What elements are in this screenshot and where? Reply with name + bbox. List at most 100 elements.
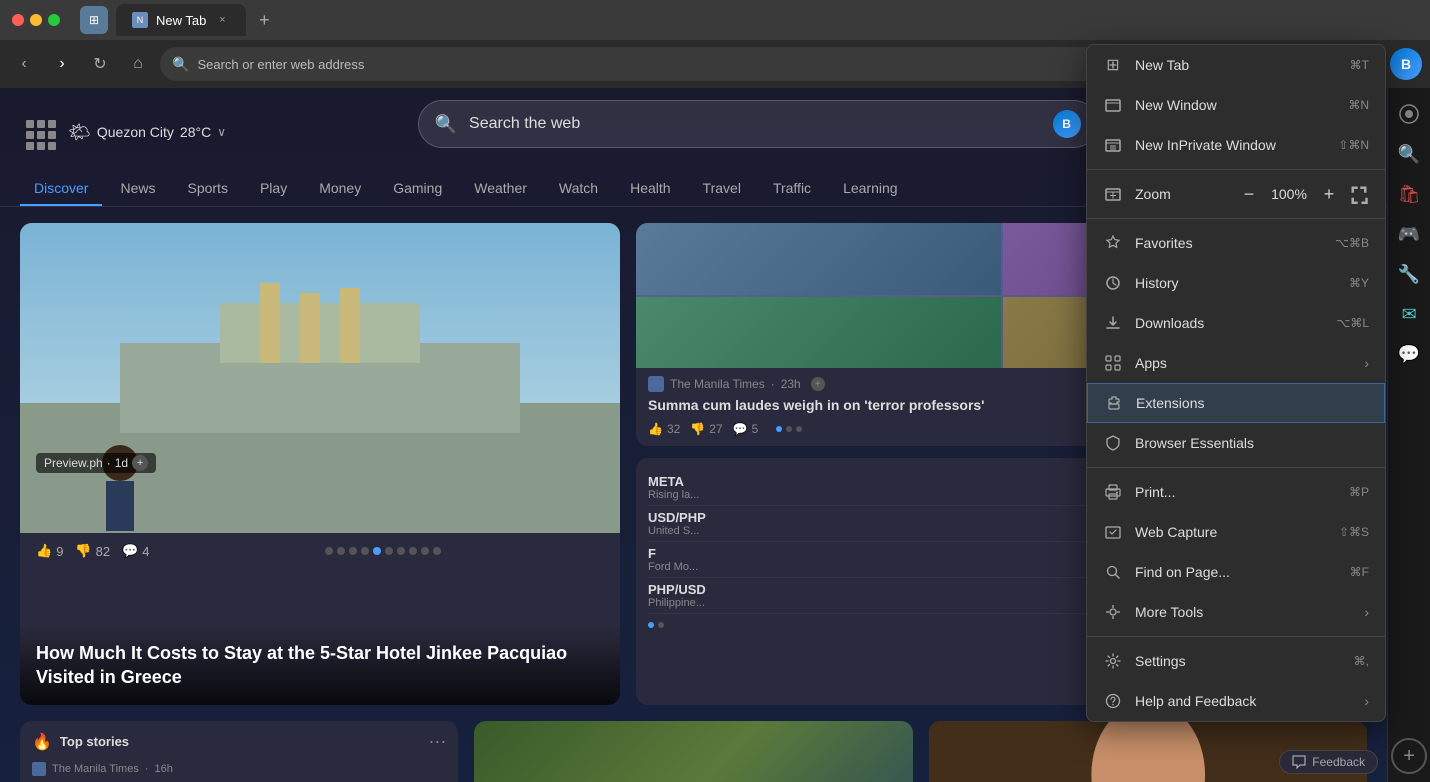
menu-item-browser-essentials[interactable]: Browser Essentials (1087, 423, 1385, 463)
zoom-in-button[interactable]: + (1317, 182, 1341, 206)
menu-item-find[interactable]: Find on Page... ⌘F (1087, 552, 1385, 592)
apps-svg (1105, 355, 1121, 371)
tab-sports[interactable]: Sports (173, 172, 241, 206)
fullscreen-traffic-light[interactable] (48, 14, 60, 26)
grid-dot (48, 131, 56, 139)
minimize-traffic-light[interactable] (30, 14, 42, 26)
story-img-card[interactable]: BisectHosting Hello - From Ad manager - … (474, 721, 912, 782)
likes[interactable]: 👍 9 (36, 543, 63, 559)
extensions-svg (1106, 395, 1122, 411)
story-source: The Manila Times · 16h (32, 762, 446, 776)
tab-gaming[interactable]: Gaming (379, 172, 456, 206)
inprivate-label: New InPrivate Window (1135, 137, 1326, 153)
favorites-label: Favorites (1135, 235, 1323, 251)
tab-travel[interactable]: Travel (689, 172, 755, 206)
sidebar-mail-icon[interactable]: ✉ (1391, 296, 1427, 332)
feedback-button[interactable]: Feedback (1279, 750, 1378, 774)
address-search-icon: 🔍 (172, 56, 189, 73)
sidebar-messaging-icon[interactable]: 💬 (1391, 336, 1427, 372)
sidebar-search-icon[interactable]: 🔍 (1391, 136, 1427, 172)
tab-news[interactable]: News (106, 172, 169, 206)
downloads-icon (1103, 313, 1123, 333)
tab-learning[interactable]: Learning (829, 172, 912, 206)
tab-play[interactable]: Play (246, 172, 301, 206)
main-article-title: How Much It Costs to Stay at the 5-Star … (20, 626, 620, 705)
apps-arrow: › (1364, 355, 1369, 371)
tab-money[interactable]: Money (305, 172, 375, 206)
more-tools-label: More Tools (1135, 604, 1352, 620)
article-reactions: 👍 9 👎 82 💬 4 (20, 533, 620, 569)
address-bar[interactable]: 🔍 Search or enter web address (160, 47, 1132, 81)
page-search-box[interactable]: 🔍 Search the web B (418, 100, 1098, 148)
main-article[interactable]: Preview.ph · 1d + How Much It Costs to S… (20, 223, 620, 705)
comments[interactable]: 💬 4 (122, 543, 149, 559)
zoom-out-button[interactable]: − (1237, 182, 1261, 206)
sidebar-games-icon[interactable]: 🎮 (1391, 216, 1427, 252)
location-info[interactable]: 🌤 Quezon City 28°C ∨ (68, 122, 226, 143)
downloads-label: Downloads (1135, 315, 1324, 331)
moretools-svg (1105, 604, 1121, 620)
tab-close-button[interactable]: × (214, 12, 230, 28)
sidebar-tools-icon[interactable]: 🔧 (1391, 256, 1427, 292)
tab-health[interactable]: Health (616, 172, 684, 206)
menu-item-history[interactable]: History ⌘Y (1087, 263, 1385, 303)
menu-item-more-tools[interactable]: More Tools › (1087, 592, 1385, 632)
menu-item-inprivate[interactable]: New InPrivate Window ⇧⌘N (1087, 125, 1385, 165)
back-button[interactable]: ‹ (8, 48, 40, 80)
apps-grid-button[interactable] (20, 114, 56, 150)
story-item-1[interactable]: The Manila Times · 16h LPA off Batanes l… (20, 758, 458, 782)
tab-watch[interactable]: Watch (545, 172, 612, 206)
tab-discover[interactable]: Discover (20, 172, 102, 206)
sidebar-add-button[interactable]: + (1391, 738, 1427, 774)
source-dot: · (107, 456, 111, 470)
add-icon[interactable]: + (132, 455, 148, 471)
new-window-shortcut: ⌘N (1348, 98, 1369, 112)
tab-weather[interactable]: Weather (460, 172, 541, 206)
new-tab-button[interactable]: + (250, 6, 278, 34)
zoom-expand-icon[interactable] (1349, 184, 1369, 204)
close-traffic-light[interactable] (12, 14, 24, 26)
new-tab-menu-icon: ⊞ (1103, 55, 1123, 75)
forward-button[interactable]: › (46, 48, 78, 80)
page-search-input[interactable]: Search the web (469, 115, 1041, 133)
home-button[interactable]: ⌂ (122, 48, 154, 80)
web-capture-label: Web Capture (1135, 524, 1327, 540)
menu-item-web-capture[interactable]: Web Capture ⇧⌘S (1087, 512, 1385, 552)
dislikes[interactable]: 👎 82 (75, 543, 110, 559)
new-window-icon (1103, 95, 1123, 115)
browser-essentials-menu-icon (1103, 433, 1123, 453)
settings-svg (1105, 653, 1121, 669)
menu-item-settings[interactable]: Settings ⌘, (1087, 641, 1385, 681)
history-shortcut: ⌘Y (1349, 276, 1369, 290)
sidebar-shopping-icon[interactable]: 🛍 (1391, 176, 1427, 212)
menu-item-new-window[interactable]: New Window ⌘N (1087, 85, 1385, 125)
stock-name: F (648, 546, 698, 561)
second-comments[interactable]: 💬 5 (733, 422, 759, 436)
top-stories-card[interactable]: 🔥 Top stories ··· The Manila Times · 16h… (20, 721, 458, 782)
menu-item-help[interactable]: Help and Feedback › (1087, 681, 1385, 721)
browser-window: ⊞ N New Tab × + ‹ › ↻ ⌂ 🔍 Search or ente… (0, 0, 1430, 782)
second-likes[interactable]: 👍 32 (648, 422, 680, 436)
menu-item-print[interactable]: Print... ⌘P (1087, 472, 1385, 512)
article-pagination-dots (162, 547, 605, 555)
dot (409, 547, 417, 555)
bing-button[interactable]: B (1390, 48, 1422, 80)
menu-item-new-tab[interactable]: ⊞ New Tab ⌘T (1087, 45, 1385, 85)
source-name: Preview.ph (44, 456, 103, 470)
menu-item-extensions[interactable]: Extensions (1087, 383, 1385, 423)
second-dislikes[interactable]: 👎 27 (690, 422, 722, 436)
sidebar-copilot-icon[interactable] (1391, 96, 1427, 132)
stock-name: META (648, 474, 699, 489)
menu-item-apps[interactable]: Apps › (1087, 343, 1385, 383)
stock-desc: Rising la... (648, 489, 699, 501)
reload-button[interactable]: ↻ (84, 48, 116, 80)
active-tab[interactable]: N New Tab × (116, 4, 246, 36)
temperature: 28°C (180, 124, 211, 140)
menu-item-downloads[interactable]: Downloads ⌥⌘L (1087, 303, 1385, 343)
story-more-button[interactable]: ··· (428, 731, 446, 752)
second-add-icon[interactable]: + (811, 377, 825, 391)
like-icon: 👍 (36, 543, 52, 559)
tab-traffic[interactable]: Traffic (759, 172, 825, 206)
menu-item-favorites[interactable]: Favorites ⌥⌘B (1087, 223, 1385, 263)
source-name: The Manila Times (52, 763, 139, 775)
